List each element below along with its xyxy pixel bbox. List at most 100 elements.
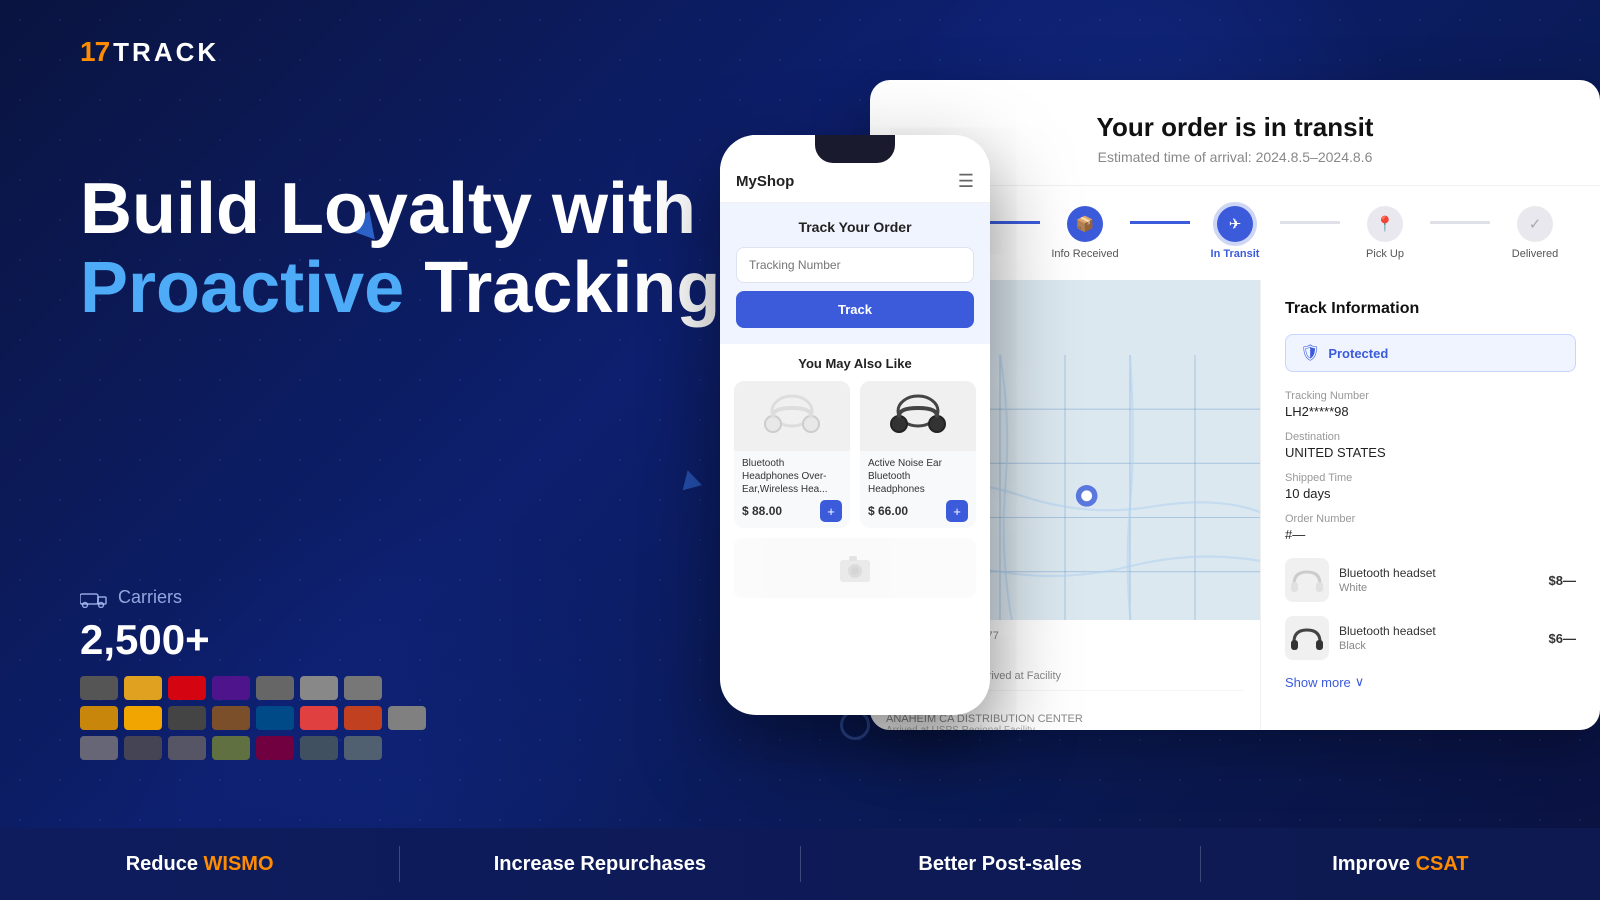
bottom-item-repurchases: Increase Repurchases xyxy=(400,853,799,876)
hero-title: Build Loyalty with Proactive Tracking xyxy=(80,170,760,328)
carrier-icon xyxy=(80,588,108,608)
info-label-tracking: Tracking Number xyxy=(1285,390,1576,402)
track-heading: Track Your Order xyxy=(736,219,974,235)
step-label-info: Info Received xyxy=(1051,248,1118,260)
track-thumb-black xyxy=(1285,616,1329,660)
also-like-title: You May Also Like xyxy=(734,356,976,371)
hero-accent: Proactive xyxy=(80,248,404,328)
info-label-shipped: Shipped Time xyxy=(1285,472,1576,484)
info-row-tracking: Tracking Number LH2*****98 xyxy=(1285,390,1576,419)
track-step-pickup: 📍 Pick Up xyxy=(1340,206,1430,260)
step-icon-pickup: 📍 xyxy=(1367,206,1403,242)
track-product-details-black: Bluetooth headset Black xyxy=(1339,624,1539,652)
step-icon-info: 📦 xyxy=(1067,206,1103,242)
product-card-black[interactable]: Active Noise Ear Bluetooth Headphones $ … xyxy=(860,381,976,528)
carrier-logos-grid xyxy=(80,676,426,760)
product-info-white: Bluetooth Headphones Over-Ear,Wireless H… xyxy=(734,451,850,528)
product-price-white: $ 88.00 xyxy=(742,504,782,518)
step-icon-delivered: ✓ xyxy=(1517,206,1553,242)
track-info-panel: Track Information 🛡 Protected Tracking N… xyxy=(1260,280,1600,730)
tracking-input[interactable] xyxy=(736,247,974,283)
carrier-row-1 xyxy=(80,676,426,700)
step-label-transit: In Transit xyxy=(1211,248,1260,260)
product-card-white[interactable]: Bluetooth Headphones Over-Ear,Wireless H… xyxy=(734,381,850,528)
product-info-black: Active Noise Ear Bluetooth Headphones $ … xyxy=(860,451,976,528)
info-value-shipped: 10 days xyxy=(1285,486,1576,501)
add-to-cart-white[interactable]: + xyxy=(820,500,842,522)
track-thumb-white xyxy=(1285,558,1329,602)
show-more-button[interactable]: Show more ∨ xyxy=(1285,674,1576,690)
track-step-delivered: ✓ Delivered xyxy=(1490,206,1580,260)
thumb-headphone-white xyxy=(1289,564,1325,596)
carrier-row-3 xyxy=(80,736,426,760)
more-products-placeholder xyxy=(734,538,976,598)
info-row-order: Order Number #— xyxy=(1285,513,1576,542)
product-price-row-white: $ 88.00 + xyxy=(742,500,842,522)
product-price-row-black: $ 66.00 + xyxy=(868,500,968,522)
bottom-highlight-csat: CSAT xyxy=(1416,853,1469,876)
info-label-order: Order Number xyxy=(1285,513,1576,525)
headphone-white-svg xyxy=(760,386,825,446)
info-row-shipped: Shipped Time 10 days xyxy=(1285,472,1576,501)
connector-3 xyxy=(1280,221,1340,224)
bottom-highlight-wismo: WISMO xyxy=(204,853,274,876)
track-product-details-white: Bluetooth headset White xyxy=(1339,566,1539,594)
products-grid: Bluetooth Headphones Over-Ear,Wireless H… xyxy=(734,381,976,528)
track-step-transit: ✈ In Transit xyxy=(1190,206,1280,260)
headphone-black-svg xyxy=(886,386,951,446)
track-product-price-white: $8— xyxy=(1549,573,1576,588)
logo[interactable]: 17 TRACK xyxy=(80,36,219,68)
add-to-cart-black[interactable]: + xyxy=(946,500,968,522)
step-label-pickup: Pick Up xyxy=(1366,248,1404,260)
track-button[interactable]: Track xyxy=(736,291,974,328)
order-status-title: Your order is in transit xyxy=(910,112,1560,143)
event-time-2: Arrived at USPS Regional Facility xyxy=(886,725,1244,730)
track-product-name-black: Bluetooth headset xyxy=(1339,624,1539,640)
carriers-label-text: Carriers xyxy=(118,587,182,608)
track-product-white: Bluetooth headset White $8— xyxy=(1285,558,1576,602)
track-product-name-white: Bluetooth headset xyxy=(1339,566,1539,582)
connector-2 xyxy=(1130,221,1190,224)
step-icon-transit: ✈ xyxy=(1217,206,1253,242)
track-product-price-black: $6— xyxy=(1549,631,1576,646)
product-image-white xyxy=(734,381,850,451)
bottom-item-csat: Improve CSAT xyxy=(1201,853,1600,876)
chevron-down-icon: ∨ xyxy=(1355,674,1365,690)
camera-icon xyxy=(835,548,875,588)
info-value-order: #— xyxy=(1285,527,1576,542)
order-eta: Estimated time of arrival: 2024.8.5–2024… xyxy=(910,149,1560,165)
bottom-bar: Reduce WISMO Increase Repurchases Better… xyxy=(0,828,1600,900)
track-section: Track Your Order Track xyxy=(720,203,990,344)
phone-mockup: MyShop ☰ Track Your Order Track You May … xyxy=(720,135,990,715)
info-label-destination: Destination xyxy=(1285,431,1576,443)
product-name-black: Active Noise Ear Bluetooth Headphones xyxy=(868,457,968,496)
thumb-headphone-black xyxy=(1289,622,1325,654)
connector-4 xyxy=(1430,221,1490,224)
step-label-delivered: Delivered xyxy=(1512,248,1558,260)
carriers-section: Carriers 2,500+ xyxy=(80,587,426,760)
protected-badge: 🛡 Protected xyxy=(1285,334,1576,372)
menu-icon[interactable]: ☰ xyxy=(958,171,974,192)
myshop-title: MyShop xyxy=(736,173,794,190)
product-price-black: $ 66.00 xyxy=(868,504,908,518)
logo-text: TRACK xyxy=(113,37,219,68)
track-step-info: 📦 Info Received xyxy=(1040,206,1130,260)
also-like-section: You May Also Like Bluetooth Headphones O… xyxy=(720,344,990,606)
show-more-text: Show more xyxy=(1285,675,1351,690)
bottom-item-wismo: Reduce WISMO xyxy=(0,853,399,876)
carriers-count: 2,500+ xyxy=(80,616,426,664)
shield-icon: 🛡 xyxy=(1300,343,1320,363)
hero-section: Build Loyalty with Proactive Tracking xyxy=(80,170,760,328)
info-value-destination: UNITED STATES xyxy=(1285,445,1576,460)
product-image-black xyxy=(860,381,976,451)
info-value-tracking: LH2*****98 xyxy=(1285,404,1576,419)
carrier-row-2 xyxy=(80,706,426,730)
phone-notch xyxy=(815,135,895,163)
logo-icon: 17 xyxy=(80,36,109,68)
track-info-title: Track Information xyxy=(1285,300,1576,318)
product-name-white: Bluetooth Headphones Over-Ear,Wireless H… xyxy=(742,457,842,496)
protected-text: Protected xyxy=(1328,346,1388,361)
bottom-item-postsales: Better Post-sales xyxy=(801,853,1200,876)
track-product-sub-white: White xyxy=(1339,582,1539,594)
product-track-list: Bluetooth headset White $8— xyxy=(1285,558,1576,660)
